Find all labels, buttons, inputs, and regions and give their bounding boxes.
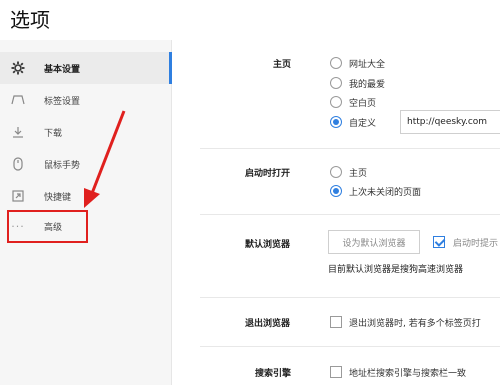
divider	[200, 346, 500, 347]
window-title: 选项	[10, 8, 50, 32]
exit-browser-label: 退出浏览器	[245, 319, 291, 329]
mouse-icon	[10, 156, 26, 172]
download-icon	[10, 124, 26, 140]
gear-icon	[10, 60, 26, 76]
sidebar-item-label: 基本设置	[44, 64, 81, 75]
sidebar-item-label: 下载	[44, 128, 63, 139]
shortcut-icon	[10, 188, 26, 204]
divider	[200, 297, 500, 298]
startup-radio-last-session[interactable]	[330, 185, 342, 197]
exit-browser-checkbox[interactable]	[330, 316, 342, 328]
homepage-radio-nav[interactable]	[330, 57, 342, 69]
homepage-radio-blank[interactable]	[330, 96, 342, 108]
settings-panel: 主页 网址大全 我的最爱 空白页 自定义 http://qeesky.com 启…	[173, 40, 500, 385]
sidebar-item-label: 快捷键	[44, 192, 72, 203]
annotation-highlight-box	[7, 210, 88, 243]
homepage-radio-favorites[interactable]	[330, 77, 342, 89]
homepage-option-label: 网址大全	[349, 60, 386, 70]
startup-option-label: 主页	[349, 169, 368, 179]
homepage-radio-custom[interactable]	[330, 116, 342, 128]
startup-option-label: 上次未关闭的页面	[349, 188, 422, 198]
homepage-option-label: 空白页	[349, 99, 377, 109]
startup-label: 启动时打开	[245, 169, 291, 179]
search-engine-label: 搜索引擎	[255, 369, 292, 379]
search-engine-option-label: 地址栏搜索引擎与搜索栏一致	[349, 369, 467, 379]
exit-browser-option-label: 退出浏览器时, 若有多个标签页打	[349, 319, 481, 329]
default-browser-label: 默认浏览器	[245, 240, 291, 250]
homepage-option-label: 我的最爱	[349, 80, 386, 90]
startup-prompt-checkbox[interactable]	[433, 236, 445, 248]
tab-icon	[10, 92, 26, 108]
divider	[200, 148, 500, 149]
startup-prompt-label: 启动时提示	[453, 239, 499, 249]
startup-radio-homepage[interactable]	[330, 166, 342, 178]
sidebar-item-basic-settings[interactable]: 基本设置	[0, 52, 172, 84]
divider	[200, 214, 500, 215]
default-browser-status: 目前默认浏览器是搜狗高速浏览器	[328, 265, 464, 275]
annotation-arrow-icon	[84, 110, 126, 208]
homepage-url-input[interactable]: http://qeesky.com	[400, 110, 500, 134]
homepage-label: 主页	[273, 60, 292, 70]
sidebar-item-label: 标签设置	[44, 96, 81, 107]
set-default-browser-button[interactable]: 设为默认浏览器	[328, 230, 420, 254]
sidebar-item-label: 鼠标手势	[44, 160, 81, 171]
homepage-option-label: 自定义	[349, 119, 377, 129]
search-engine-checkbox[interactable]	[330, 366, 342, 378]
